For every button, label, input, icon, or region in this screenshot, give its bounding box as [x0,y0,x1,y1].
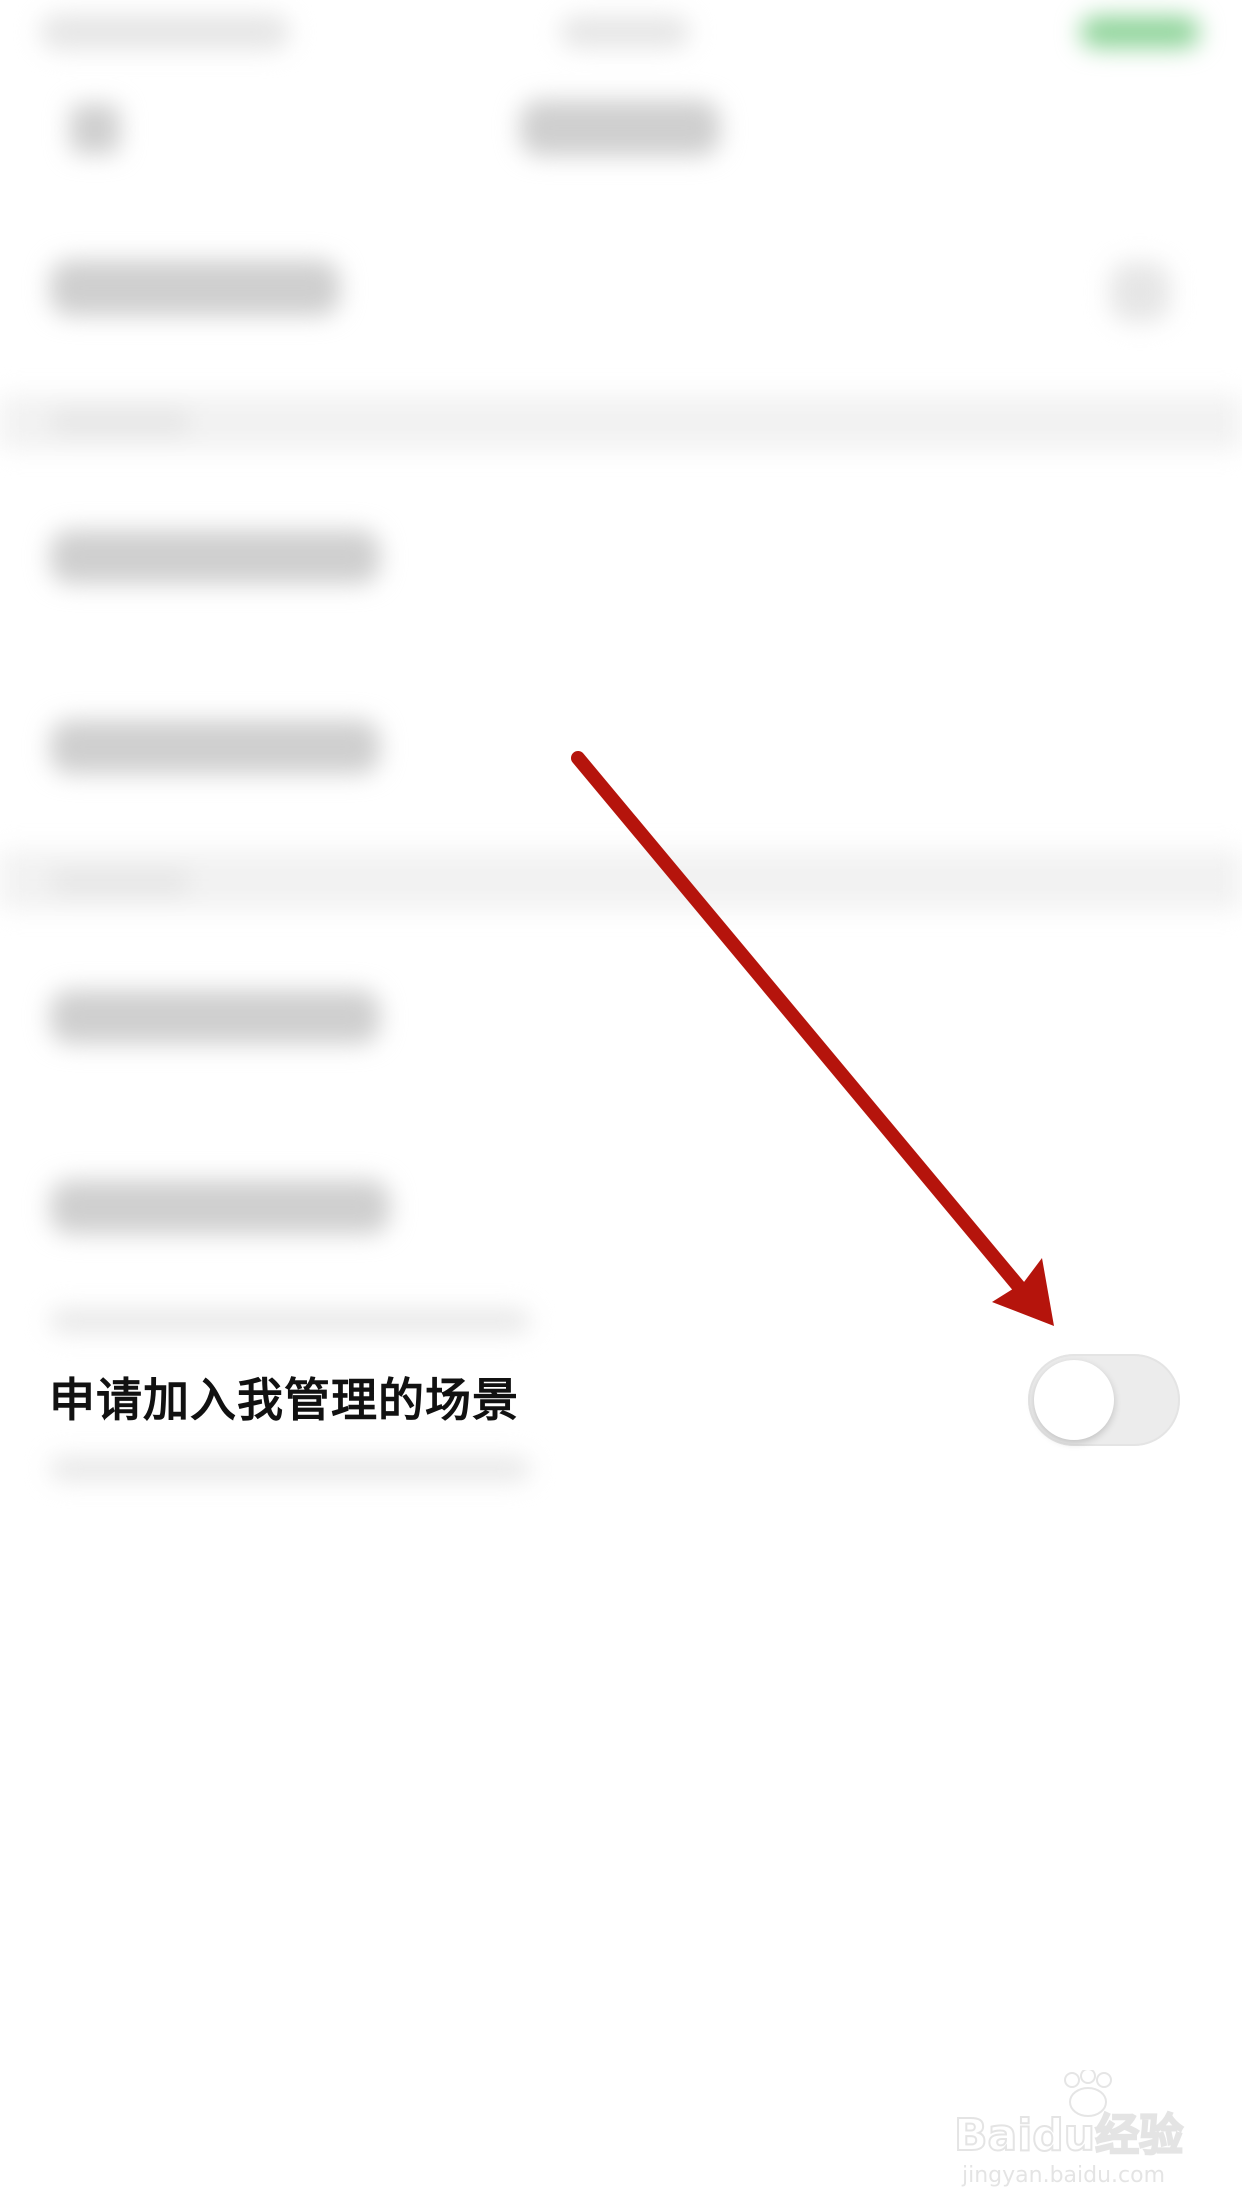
setting-row-join-my-managed-scenes: 申请加入我管理的场景 [0,1340,1242,1460]
blurred-background [0,0,1242,2208]
toggle-knob [1034,1360,1114,1440]
row-6-hint-top [50,1310,530,1332]
status-bar-battery [1080,16,1200,48]
nav-title [520,100,720,156]
row-3-label [50,720,380,774]
status-bar-left [40,14,290,50]
row-1-icon [1110,262,1170,322]
status-bar-center [560,16,690,48]
row-6-hint-bottom [50,1458,530,1480]
section-1-header [50,410,190,434]
row-4-label [50,990,380,1044]
watermark-domain: jingyan.baidu.com [961,2163,1165,2188]
row-5-label [50,1180,390,1234]
watermark-logo-text: Baidu经验 [954,2110,1183,2161]
row-1-label [50,260,340,316]
annotation-arrow [571,751,1054,1326]
section-2-header [50,870,190,894]
baidu-jingyan-watermark: Baidu经验 jingyan.baidu.com [953,2070,1184,2188]
join-scenes-toggle[interactable] [1028,1354,1180,1446]
back-icon [70,104,120,154]
setting-label: 申请加入我管理的场景 [49,1373,519,1427]
row-2-label [50,530,380,584]
